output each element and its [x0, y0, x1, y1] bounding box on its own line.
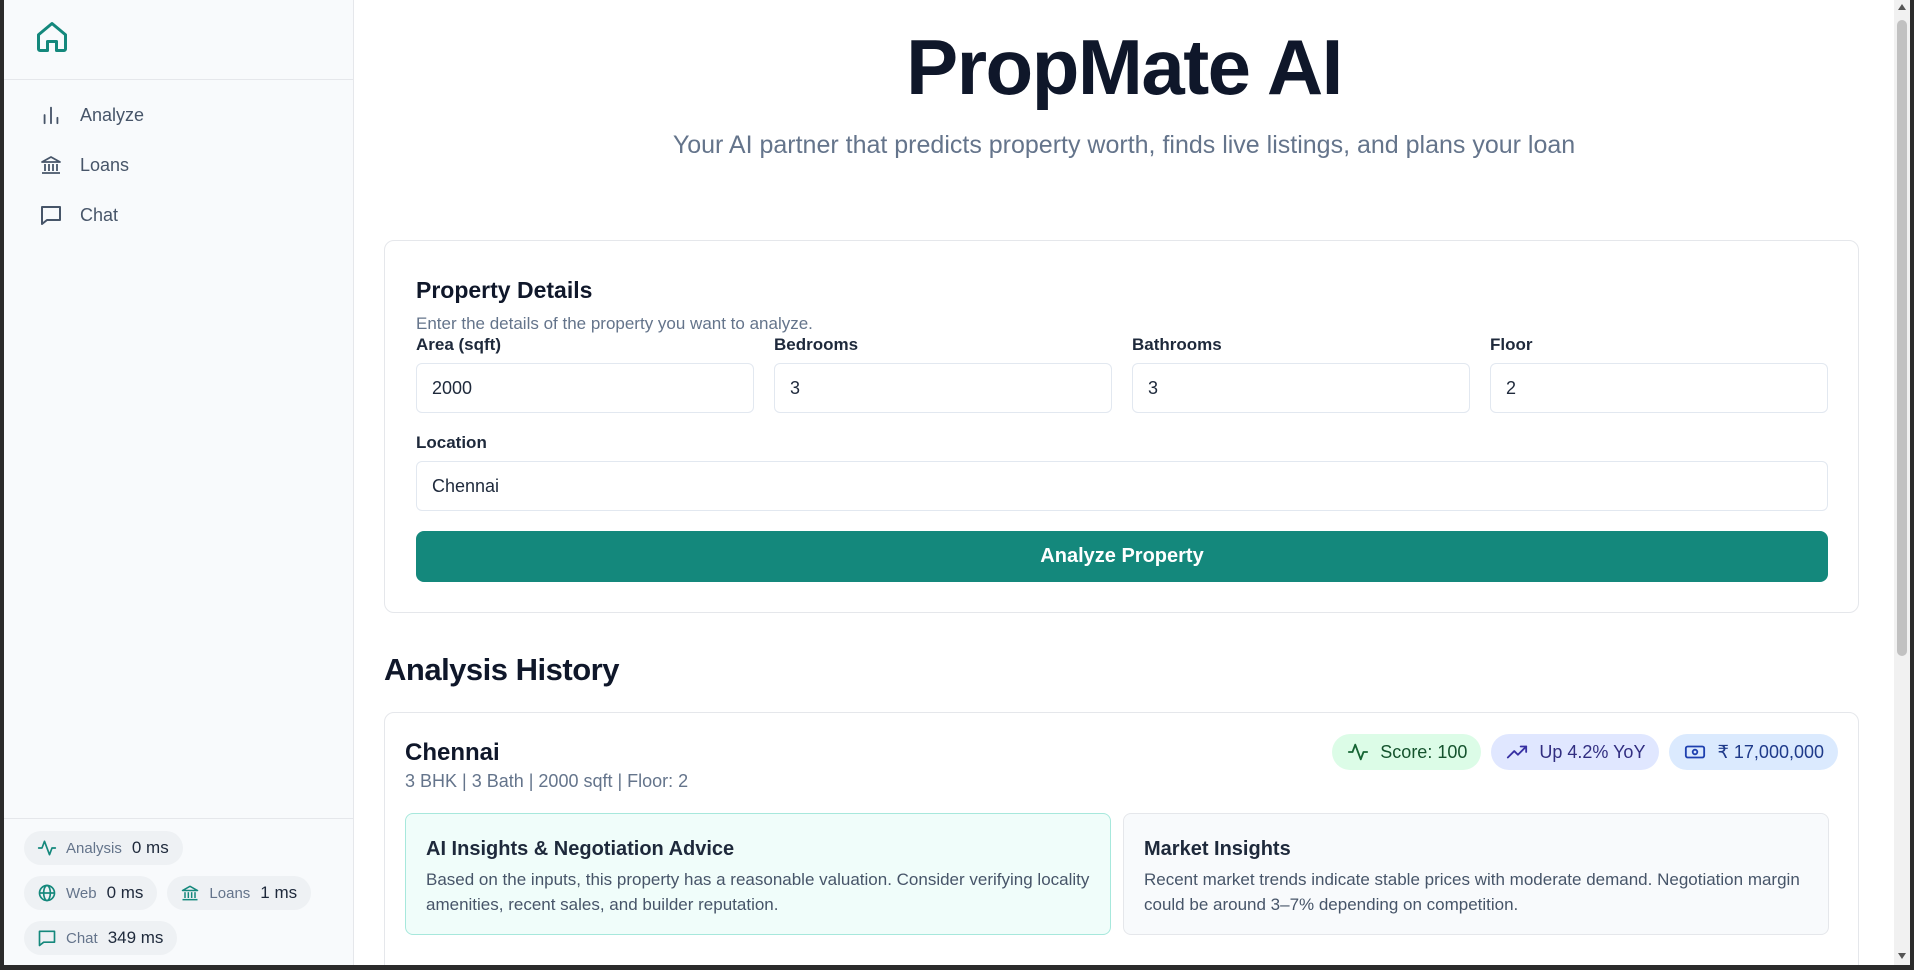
history-location: Chennai: [405, 739, 500, 766]
ai-insights-panel: AI Insights & Negotiation Advice Based o…: [405, 813, 1111, 935]
bank-icon: [179, 882, 201, 904]
price-text: ₹ 17,000,000: [1717, 741, 1824, 762]
market-insights-title: Market Insights: [1144, 838, 1291, 860]
vertical-scrollbar[interactable]: [1894, 0, 1910, 965]
ai-insights-title: AI Insights & Negotiation Advice: [426, 838, 735, 860]
bank-icon: [38, 152, 64, 178]
bedrooms-input[interactable]: [774, 363, 1112, 413]
analyze-property-button[interactable]: Analyze Property: [416, 531, 1828, 582]
metric-chat: Chat 349 ms: [24, 921, 178, 955]
property-details-card: Property Details Enter the details of th…: [384, 240, 1859, 613]
trending-up-icon: [1505, 740, 1529, 764]
metric-analysis: Analysis 0 ms: [24, 831, 183, 865]
area-label: Area (sqft): [416, 335, 502, 354]
banknote-icon: [1683, 740, 1707, 764]
scroll-up-arrow-icon[interactable]: [1898, 4, 1906, 10]
metric-value: 0 ms: [131, 838, 169, 857]
sidebar-nav: Analyze Loans Chat: [4, 80, 353, 240]
location-input[interactable]: [416, 461, 1828, 511]
logo-area: [4, 0, 353, 80]
page-title: PropMate AI: [906, 23, 1343, 111]
metric-name: Analysis: [66, 839, 122, 857]
latency-metrics: Analysis 0 ms Web 0 ms Loans 1 ms Chat 3…: [4, 818, 354, 965]
page-subtitle: Your AI partner that predicts property w…: [672, 131, 1576, 159]
bathrooms-label: Bathrooms: [1132, 335, 1222, 354]
price-badge: ₹ 17,000,000: [1669, 734, 1838, 770]
chat-icon: [38, 202, 64, 228]
area-input[interactable]: [416, 363, 754, 413]
market-insights-body: Recent market trends indicate stable pri…: [1144, 870, 1800, 914]
bathrooms-input[interactable]: [1132, 363, 1470, 413]
history-meta: 3 BHK | 3 Bath | 2000 sqft | Floor: 2: [405, 771, 689, 791]
score-badge: Score: 100: [1332, 734, 1482, 770]
floor-input[interactable]: [1490, 363, 1828, 413]
sidebar-item-loans[interactable]: Loans: [4, 140, 353, 190]
chat-icon: [36, 927, 58, 949]
globe-icon: [36, 882, 58, 904]
bar-chart-icon: [38, 102, 64, 128]
metric-value: 349 ms: [107, 928, 164, 947]
score-text: Score: 100: [1380, 741, 1468, 762]
card-title: Property Details: [416, 277, 593, 303]
sidebar-item-analyze[interactable]: Analyze: [4, 90, 353, 140]
activity-icon: [1346, 740, 1370, 764]
metric-web: Web 0 ms: [24, 876, 158, 910]
sidebar-item-label: Analyze: [80, 104, 145, 125]
metric-name: Loans: [209, 884, 251, 902]
metric-value: 1 ms: [260, 883, 298, 902]
market-insights-panel: Market Insights Recent market trends ind…: [1123, 813, 1829, 935]
history-badges: Score: 100 Up 4.2% YoY ₹ 17,000,000: [1332, 734, 1838, 770]
sidebar-item-label: Loans: [80, 154, 130, 175]
ai-insights-body: Based on the inputs, this property has a…: [426, 870, 1090, 914]
metric-name: Web: [66, 884, 97, 902]
main-content: PropMate AI Your AI partner that predict…: [354, 0, 1894, 965]
sidebar: Analyze Loans Chat Analysis 0 ms Web 0 m…: [4, 0, 354, 965]
trend-badge: Up 4.2% YoY: [1491, 734, 1660, 770]
metric-loans: Loans 1 ms: [167, 876, 312, 910]
activity-icon: [36, 837, 58, 859]
floor-label: Floor: [1490, 335, 1533, 354]
scrollbar-thumb[interactable]: [1897, 20, 1907, 656]
scroll-down-arrow-icon[interactable]: [1898, 953, 1906, 959]
location-label: Location: [416, 433, 487, 452]
metric-name: Chat: [66, 929, 98, 947]
history-entry: Chennai 3 BHK | 3 Bath | 2000 sqft | Flo…: [384, 712, 1859, 965]
home-icon[interactable]: [34, 18, 70, 61]
sidebar-item-label: Chat: [80, 204, 119, 225]
metric-value: 0 ms: [106, 883, 144, 902]
trend-text: Up 4.2% YoY: [1539, 741, 1646, 762]
analysis-history-title: Analysis History: [384, 652, 619, 687]
bedrooms-label: Bedrooms: [774, 335, 859, 354]
card-description: Enter the details of the property you wa…: [416, 314, 813, 333]
app-window: Analyze Loans Chat Analysis 0 ms Web 0 m…: [4, 0, 1910, 965]
sidebar-item-chat[interactable]: Chat: [4, 190, 353, 240]
